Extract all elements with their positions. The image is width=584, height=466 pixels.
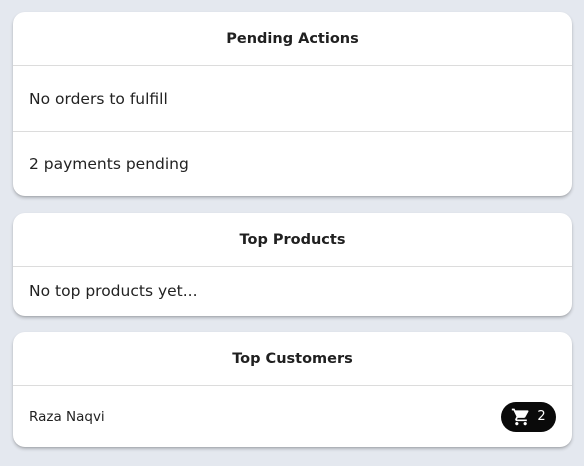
pending-action-label: 2 payments pending — [29, 154, 189, 173]
top-products-title: Top Products — [13, 213, 572, 267]
pending-action-label: No orders to fulfill — [29, 89, 168, 108]
top-products-card: Top Products No top products yet... — [13, 213, 572, 316]
cart-icon — [511, 407, 531, 427]
pending-action-item[interactable]: No orders to fulfill — [13, 66, 572, 131]
pending-actions-title: Pending Actions — [13, 12, 572, 66]
top-customers-title: Top Customers — [13, 332, 572, 386]
customer-row[interactable]: Raza Naqvi 2 — [13, 386, 572, 447]
top-products-empty-state: No top products yet... — [13, 267, 572, 315]
pending-actions-card: Pending Actions No orders to fulfill 2 p… — [13, 12, 572, 196]
pending-action-item[interactable]: 2 payments pending — [13, 131, 572, 195]
top-customers-card: Top Customers Raza Naqvi 2 — [13, 332, 572, 447]
customer-orders-badge[interactable]: 2 — [501, 401, 556, 432]
top-products-empty-text: No top products yet... — [29, 282, 198, 300]
customer-name: Raza Naqvi — [29, 408, 105, 425]
customer-orders-count: 2 — [537, 409, 546, 424]
